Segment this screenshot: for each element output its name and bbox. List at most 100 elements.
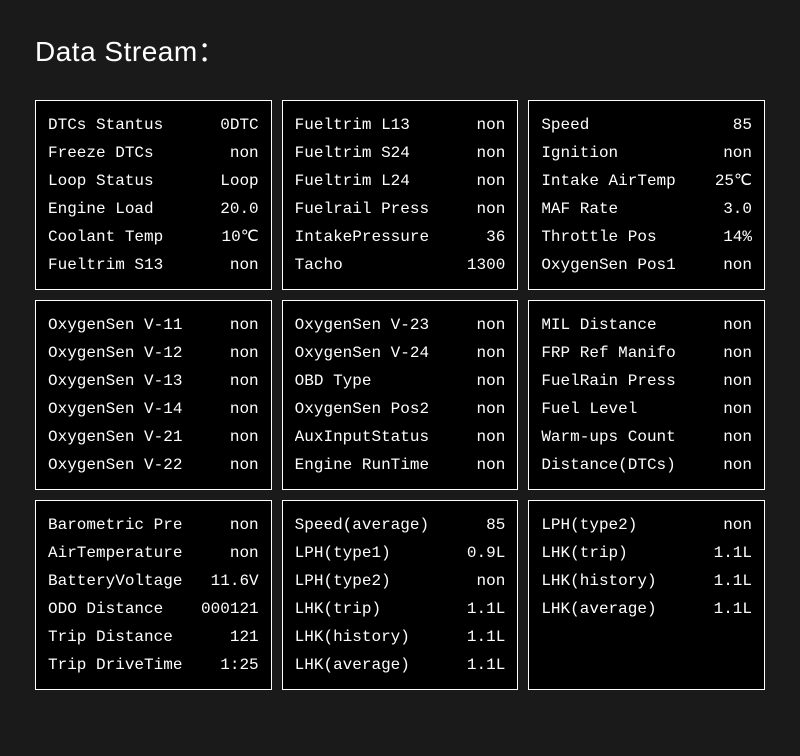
data-row-label: LPH(type2) <box>541 511 702 539</box>
data-row-label: LHK(average) <box>541 595 702 623</box>
data-row-value: non <box>455 451 505 479</box>
data-row: LPH(type2)non <box>295 567 506 595</box>
data-row: OxygenSen V-22non <box>48 451 259 479</box>
data-row-value: Loop <box>209 167 259 195</box>
data-row-value: non <box>455 567 505 595</box>
data-row-label: LHK(trip) <box>541 539 702 567</box>
data-panel: Barometric PrenonAirTemperaturenonBatter… <box>35 500 272 690</box>
data-row-label: LHK(history) <box>541 567 702 595</box>
data-panel: Speed85IgnitionnonIntake AirTemp25℃MAF R… <box>528 100 765 290</box>
data-row-label: Barometric Pre <box>48 511 209 539</box>
data-row-value: non <box>455 311 505 339</box>
data-row-value: non <box>702 311 752 339</box>
data-row-value: 1.1L <box>455 651 505 679</box>
data-row-label: Throttle Pos <box>541 223 702 251</box>
data-row-label: Trip Distance <box>48 623 209 651</box>
data-row: OxygenSen V-11non <box>48 311 259 339</box>
data-row: Barometric Prenon <box>48 511 259 539</box>
data-row: OxygenSen Pos1non <box>541 251 752 279</box>
data-row-label: BatteryVoltage <box>48 567 209 595</box>
data-row-value: non <box>209 511 259 539</box>
data-row-label: Engine Load <box>48 195 209 223</box>
data-row-value: 1.1L <box>455 623 505 651</box>
data-row-label: OxygenSen V-21 <box>48 423 209 451</box>
data-row-value: non <box>455 339 505 367</box>
data-row: IntakePressure36 <box>295 223 506 251</box>
data-row: OxygenSen V-12non <box>48 339 259 367</box>
data-row-value: 3.0 <box>702 195 752 223</box>
data-row-value: 0.9L <box>455 539 505 567</box>
data-row-label: LPH(type2) <box>295 567 456 595</box>
data-panel: LPH(type2)nonLHK(trip)1.1LLHK(history)1.… <box>528 500 765 690</box>
data-row: MIL Distancenon <box>541 311 752 339</box>
data-row: OxygenSen V-23non <box>295 311 506 339</box>
data-row: LHK(history)1.1L <box>295 623 506 651</box>
data-row-label: MIL Distance <box>541 311 702 339</box>
data-row-label: OxygenSen V-13 <box>48 367 209 395</box>
data-row: Engine RunTimenon <box>295 451 506 479</box>
data-panel: OxygenSen V-11nonOxygenSen V-12nonOxygen… <box>35 300 272 490</box>
data-row-label: Tacho <box>295 251 456 279</box>
data-row: OxygenSen V-13non <box>48 367 259 395</box>
data-row-value: non <box>702 367 752 395</box>
data-row-value: non <box>209 139 259 167</box>
data-panel: MIL DistancenonFRP Ref ManifononFuelRain… <box>528 300 765 490</box>
data-row-value: 121 <box>209 623 259 651</box>
page-title: Data Stream： <box>35 30 770 70</box>
data-row: Coolant Temp10℃ <box>48 223 259 251</box>
data-row-label: LPH(type1) <box>295 539 456 567</box>
data-row-label: OxygenSen V-22 <box>48 451 209 479</box>
data-row-label: OxygenSen V-14 <box>48 395 209 423</box>
data-row: Speed85 <box>541 111 752 139</box>
data-row-value: non <box>702 451 752 479</box>
data-row-label: Warm-ups Count <box>541 423 702 451</box>
data-row-value: non <box>455 367 505 395</box>
data-row: DTCs Stantus0DTC <box>48 111 259 139</box>
data-row-value: 000121 <box>201 595 259 623</box>
data-row: BatteryVoltage11.6V <box>48 567 259 595</box>
data-row: ODO Distance000121 <box>48 595 259 623</box>
data-row-label: Engine RunTime <box>295 451 456 479</box>
data-row-label: OxygenSen V-24 <box>295 339 456 367</box>
data-row-label: Coolant Temp <box>48 223 209 251</box>
data-row-label: Speed <box>541 111 702 139</box>
data-row-label: IntakePressure <box>295 223 456 251</box>
data-row: Freeze DTCsnon <box>48 139 259 167</box>
data-row-value: non <box>455 139 505 167</box>
data-row-value: non <box>209 451 259 479</box>
data-row-label: OxygenSen V-12 <box>48 339 209 367</box>
data-row-label: OxygenSen V-11 <box>48 311 209 339</box>
data-row-value: 11.6V <box>209 567 259 595</box>
data-row-label: Intake AirTemp <box>541 167 702 195</box>
data-row-value: non <box>209 539 259 567</box>
data-row-label: OxygenSen Pos2 <box>295 395 456 423</box>
data-row: LPH(type1)0.9L <box>295 539 506 567</box>
data-row-value: 1.1L <box>455 595 505 623</box>
data-row-label: LHK(trip) <box>295 595 456 623</box>
data-row-label: Fuelrail Press <box>295 195 456 223</box>
data-row: Speed(average)85 <box>295 511 506 539</box>
data-row-value: 85 <box>702 111 752 139</box>
data-row-value: non <box>702 139 752 167</box>
data-row-label: Loop Status <box>48 167 209 195</box>
data-row: OxygenSen V-24non <box>295 339 506 367</box>
data-row-label: Freeze DTCs <box>48 139 209 167</box>
data-row: LPH(type2)non <box>541 511 752 539</box>
data-row-value: non <box>209 367 259 395</box>
data-row-label: Speed(average) <box>295 511 456 539</box>
data-row-value: non <box>702 251 752 279</box>
data-row-value: non <box>455 195 505 223</box>
data-row-value: non <box>455 395 505 423</box>
data-grid: DTCs Stantus0DTCFreeze DTCsnonLoop Statu… <box>30 100 770 690</box>
data-row-label: AirTemperature <box>48 539 209 567</box>
data-row-value: 1.1L <box>702 567 752 595</box>
data-row-label: FuelRain Press <box>541 367 702 395</box>
data-row-label: Fueltrim L13 <box>295 111 456 139</box>
data-row: OBD Typenon <box>295 367 506 395</box>
data-row-value: 20.0 <box>209 195 259 223</box>
data-row: Fueltrim S13non <box>48 251 259 279</box>
data-row: Trip DriveTime1:25 <box>48 651 259 679</box>
data-row: LHK(trip)1.1L <box>541 539 752 567</box>
data-row-value: 1300 <box>455 251 505 279</box>
data-row: Fueltrim L24non <box>295 167 506 195</box>
